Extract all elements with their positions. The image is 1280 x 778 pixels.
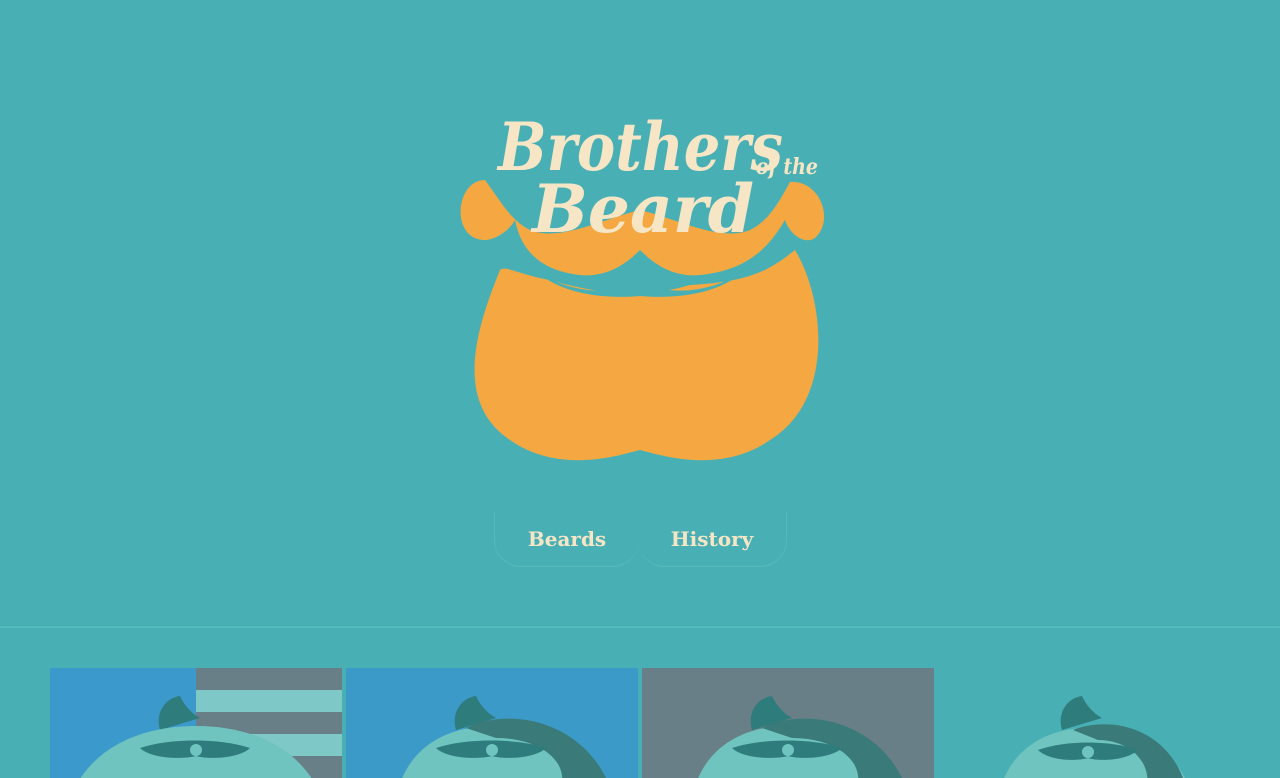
logo-title-small: of the <box>756 154 818 180</box>
nav-item-label: History <box>670 527 754 551</box>
beard-gallery <box>50 668 1280 778</box>
page: Brothers Beard of the Beards History <box>0 0 1280 778</box>
nav-item-beards[interactable]: Beards <box>494 512 639 567</box>
nav-item-label: Beards <box>527 527 607 551</box>
gallery-tile[interactable] <box>346 668 638 778</box>
main-nav: Beards History <box>494 512 787 567</box>
gallery-tile[interactable] <box>50 668 342 778</box>
gallery-tile[interactable] <box>642 668 934 778</box>
beard-mustache-icon: Brothers Beard of the <box>460 108 825 461</box>
bearded-head-icon <box>50 668 342 778</box>
bearded-head-icon <box>938 668 1230 778</box>
section-divider <box>0 626 1280 628</box>
bearded-head-icon <box>346 668 638 778</box>
gallery-tile[interactable] <box>938 668 1230 778</box>
logo-title-line2: Beard <box>530 170 754 248</box>
site-logo[interactable]: Brothers Beard of the <box>440 70 840 470</box>
bearded-head-icon <box>642 668 934 778</box>
nav-item-history[interactable]: History <box>638 512 787 567</box>
